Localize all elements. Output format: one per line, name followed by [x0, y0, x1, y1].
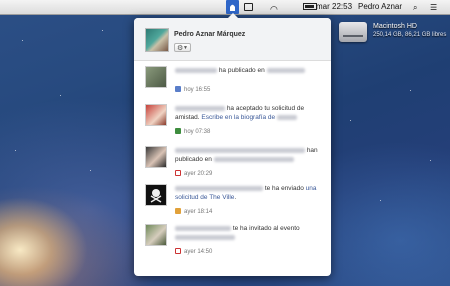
window-icon[interactable]	[244, 3, 253, 11]
facebook-menubar-icon[interactable]	[226, 0, 239, 14]
notification-text: ha publicado en	[175, 66, 325, 75]
star	[410, 90, 411, 91]
notification-avatar	[145, 146, 167, 168]
spotlight-search-icon[interactable]: ⌕	[413, 1, 417, 15]
app-icon	[175, 208, 181, 214]
menu-bar: ◠ mar 22:53 Pedro Aznar ⌕ ☰	[0, 0, 450, 15]
star	[380, 200, 381, 201]
notification-text: te ha enviado una solicitud de The Ville…	[175, 185, 317, 201]
post-icon	[175, 86, 181, 92]
notification-item[interactable]: te ha enviado una solicitud de The Ville…	[134, 184, 331, 220]
profile-name[interactable]: Pedro Aznar Márquez	[174, 31, 245, 38]
battery-icon[interactable]	[303, 3, 317, 10]
star	[22, 40, 23, 41]
notification-item[interactable]: te ha invitado al evento ayer 14:50	[134, 224, 331, 264]
notification-center-icon[interactable]: ☰	[430, 1, 437, 15]
notification-avatar	[145, 224, 167, 246]
hard-drive-info: 250,14 GB, 86,21 GB libres	[373, 32, 447, 38]
hard-drive-name[interactable]: Macintosh HD	[373, 23, 417, 30]
star	[350, 120, 351, 121]
notification-avatar	[145, 66, 167, 88]
menubar-user[interactable]: Pedro Aznar	[358, 0, 402, 14]
app-logo-icon	[150, 189, 162, 203]
popover-header: Pedro Aznar Márquez ⚙ ▼	[134, 18, 331, 61]
wifi-icon[interactable]: ◠	[270, 2, 278, 16]
notification-time: ayer 18:14	[175, 208, 212, 215]
notification-item[interactable]: ha publicado en hoy 16:55	[134, 66, 331, 98]
notification-time: hoy 16:55	[175, 86, 210, 93]
notification-text: han publicado en	[175, 147, 318, 163]
notification-text: ha aceptado tu solicitud de amistad. Esc…	[175, 105, 305, 121]
hard-drive-icon[interactable]	[339, 22, 367, 42]
notification-item[interactable]: han publicado en ayer 20:29	[134, 146, 331, 182]
star	[90, 170, 91, 171]
notification-item[interactable]: ha aceptado tu solicitud de amistad. Esc…	[134, 104, 331, 140]
notification-text: te ha invitado al evento	[175, 224, 325, 242]
calendar-icon	[175, 170, 181, 176]
star	[102, 30, 103, 31]
star	[430, 160, 431, 161]
star	[60, 95, 61, 96]
notification-avatar	[145, 104, 167, 126]
menubar-clock[interactable]: mar 22:53	[316, 0, 352, 14]
facebook-notifications-popover: Pedro Aznar Márquez ⚙ ▼ ha publicado en …	[134, 13, 331, 276]
calendar-icon	[175, 248, 181, 254]
star	[15, 150, 16, 151]
notification-time: ayer 14:50	[175, 248, 212, 255]
chevron-down-icon: ▼	[183, 45, 188, 51]
notification-time: ayer 20:29	[175, 170, 212, 177]
settings-gear-button[interactable]: ⚙ ▼	[174, 43, 191, 52]
notification-avatar	[145, 184, 167, 206]
friend-icon	[175, 128, 181, 134]
profile-avatar[interactable]	[145, 28, 169, 52]
notification-time: hoy 07:38	[175, 128, 210, 135]
